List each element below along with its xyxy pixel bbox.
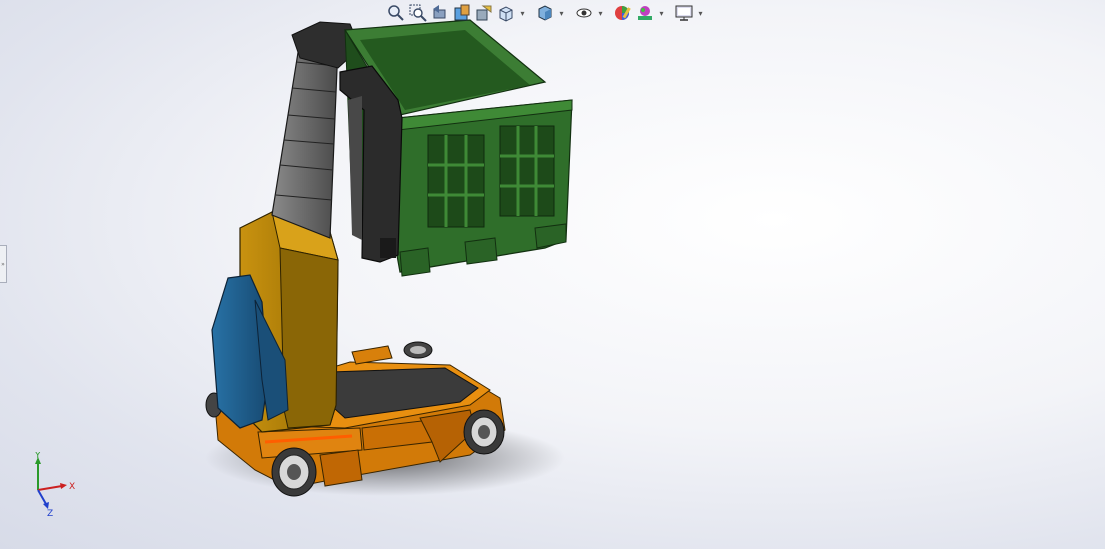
view-orientation-caret[interactable]: ▾ (518, 3, 527, 23)
expand-arrow-icon: » (1, 260, 5, 268)
x-axis (37, 485, 63, 491)
view-settings-icon (675, 5, 693, 21)
display-style-icon (538, 5, 552, 21)
dynamic-annotation-button[interactable] (474, 3, 494, 23)
zoom-to-fit-icon (388, 5, 404, 21)
gripper-arm[interactable] (339, 65, 403, 263)
wheel-rear-right[interactable] (403, 341, 433, 359)
model-viewport[interactable] (0, 0, 1105, 549)
section-view-icon (454, 4, 470, 21)
edit-appearance-icon (615, 6, 631, 20)
wheel-front-left[interactable] (271, 447, 317, 497)
view-orientation-button[interactable] (496, 3, 516, 23)
feature-tree-flyout-tab[interactable]: » (0, 245, 7, 283)
display-style-caret[interactable]: ▾ (557, 3, 566, 23)
zoom-to-area-button[interactable] (408, 3, 428, 23)
previous-view-icon (433, 5, 446, 19)
hide-show-items-caret[interactable]: ▾ (596, 3, 605, 23)
z-axis (37, 489, 47, 505)
hide-show-items-icon (576, 8, 592, 18)
apply-scene-button[interactable] (635, 3, 655, 23)
zoom-to-area-icon (409, 4, 427, 22)
edit-appearance-button[interactable] (613, 3, 633, 23)
zoom-to-fit-button[interactable] (386, 3, 406, 23)
display-style-button[interactable] (535, 3, 555, 23)
wheel-front-right[interactable] (463, 409, 505, 455)
x-axis-label: X (69, 482, 75, 492)
apply-scene-icon (638, 6, 652, 20)
heads-up-view-toolbar: ▾ ▾ ▾ ▾ ▾ (386, 2, 705, 24)
section-view-button[interactable] (452, 3, 472, 23)
view-settings-button[interactable] (674, 3, 694, 23)
reference-triad: Y X Z (34, 452, 75, 518)
view-settings-caret[interactable]: ▾ (696, 3, 705, 23)
y-axis-label: Y (34, 452, 41, 461)
z-axis-label: Z (47, 509, 53, 518)
apply-scene-caret[interactable]: ▾ (657, 3, 666, 23)
previous-view-button[interactable] (430, 3, 450, 23)
hide-show-items-button[interactable] (574, 3, 594, 23)
view-orientation-icon (499, 6, 513, 22)
dynamic-annotation-icon (476, 5, 492, 21)
